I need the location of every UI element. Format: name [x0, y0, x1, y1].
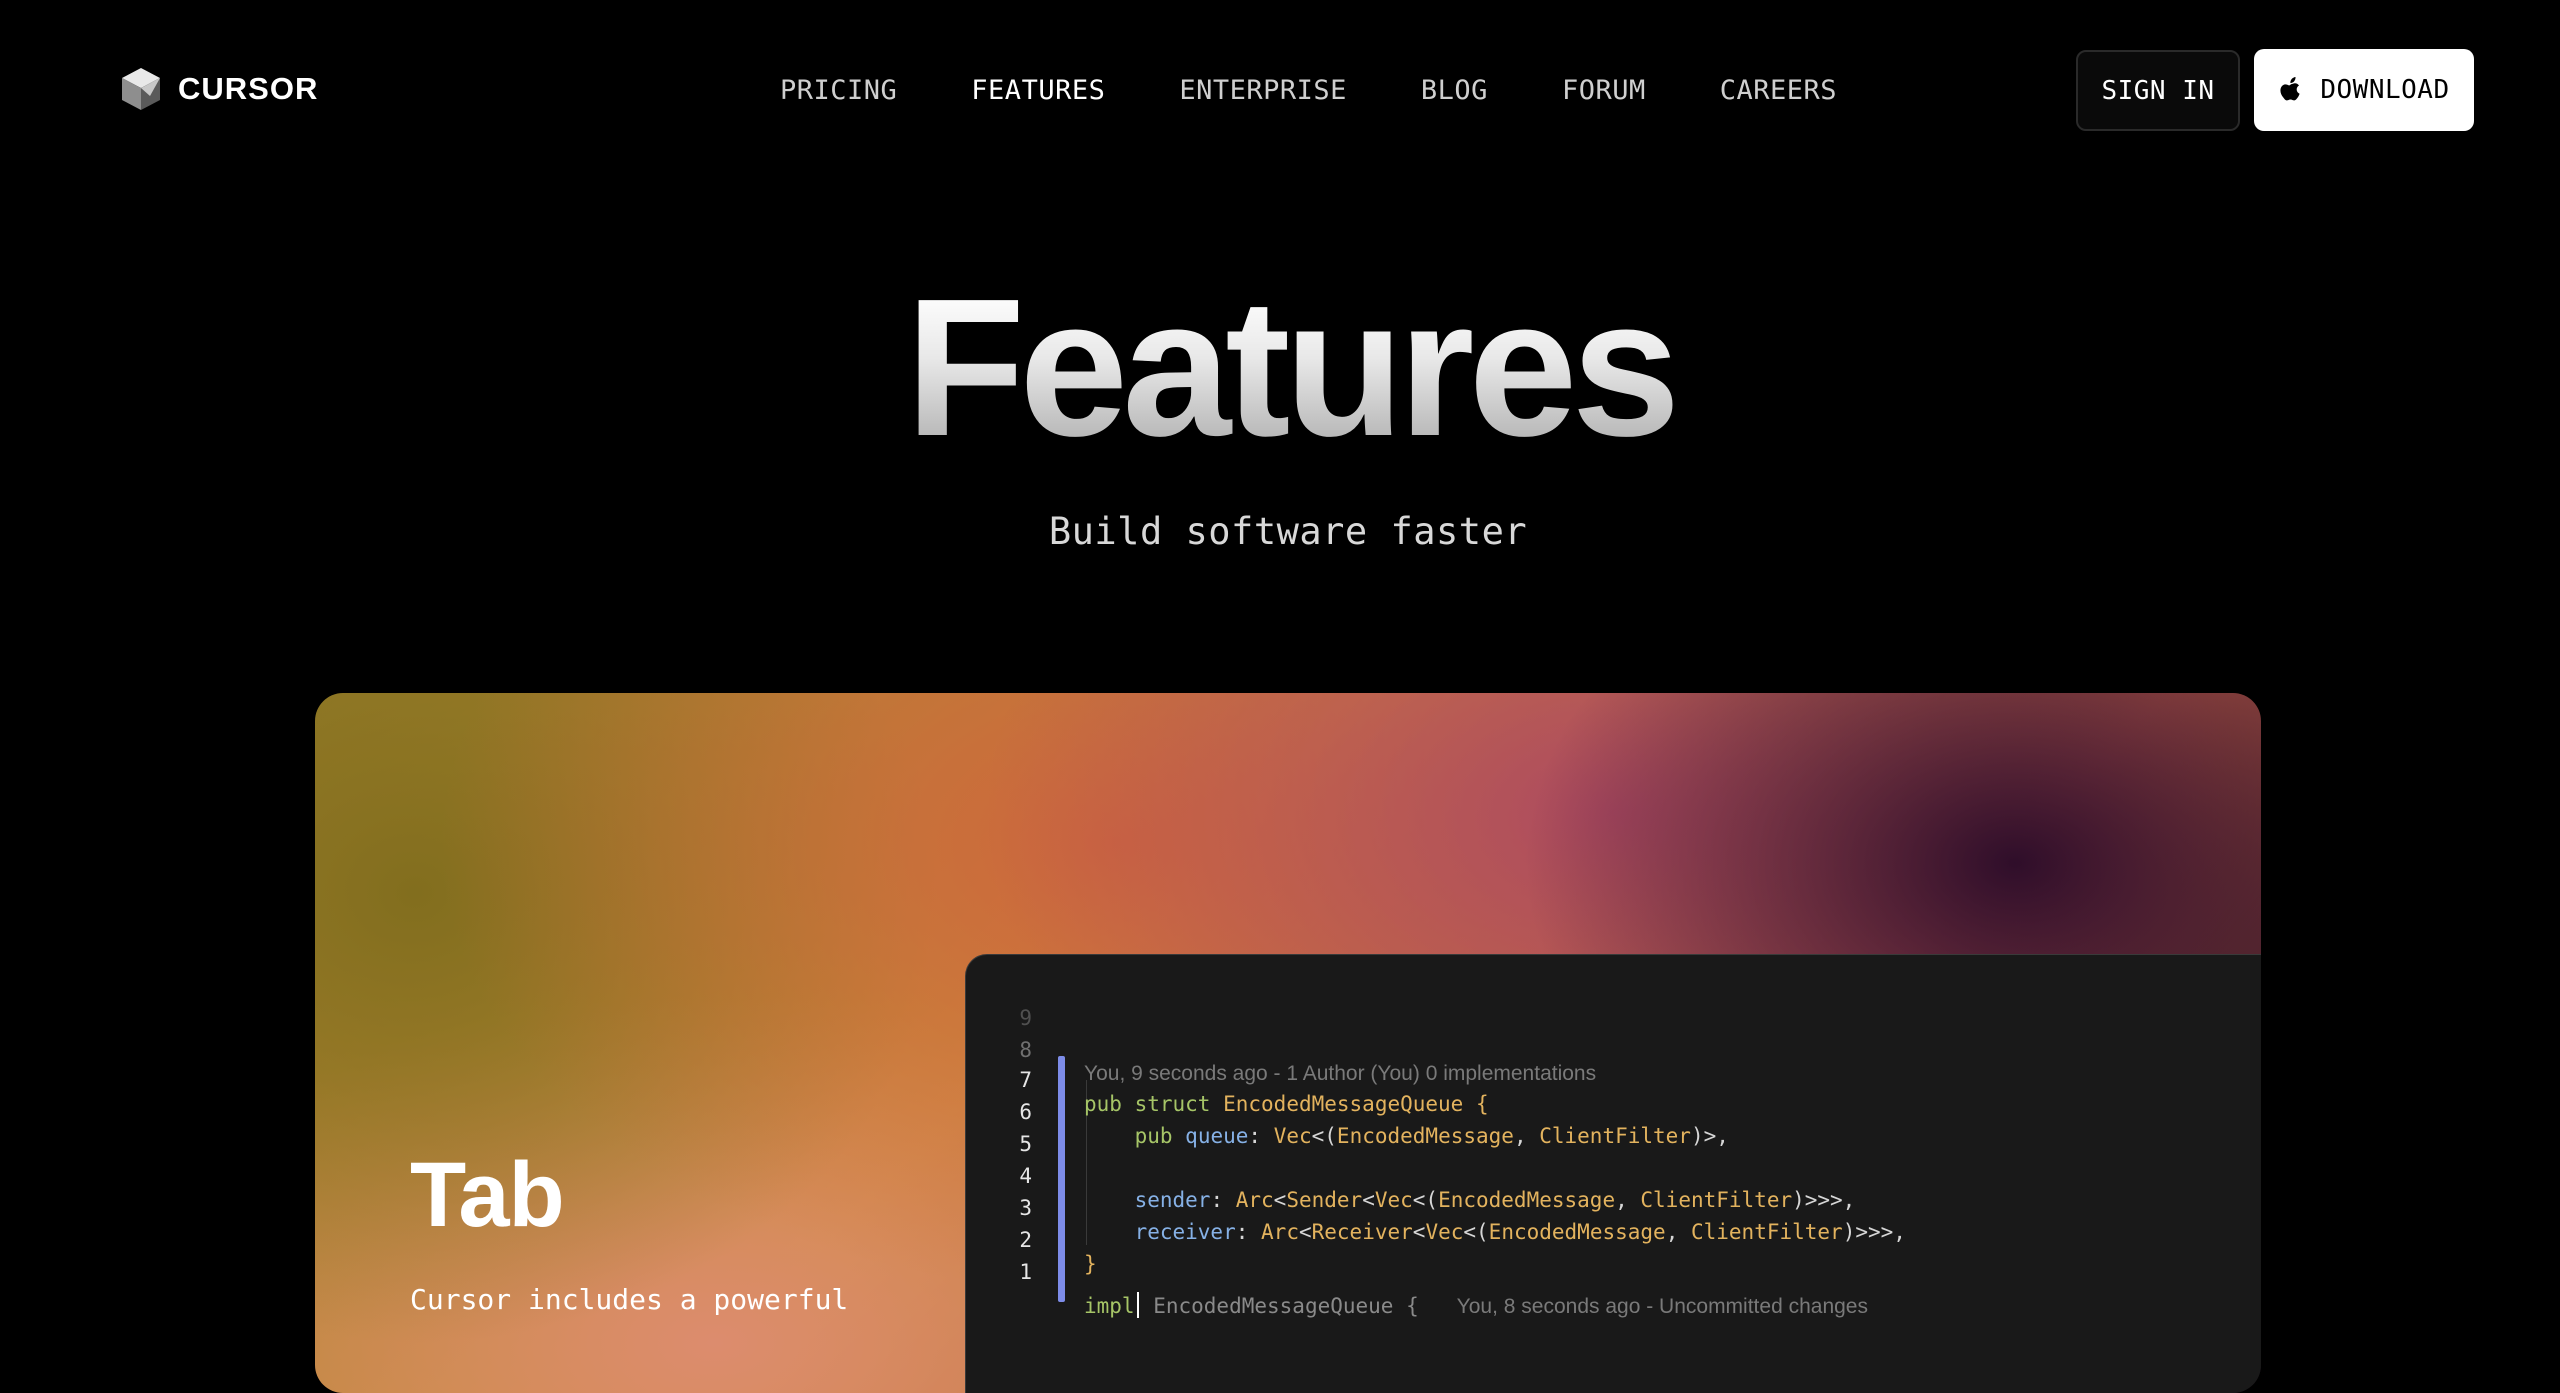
code-line: 7 pub struct EncodedMessageQueue {: [966, 1044, 2261, 1116]
code-line: 2 }: [966, 1204, 2261, 1276]
download-button[interactable]: DOWNLOAD: [2254, 49, 2474, 131]
code-line: 4 sender: Arc<Sender<Vec<(EncodedMessage…: [966, 1140, 2261, 1212]
logo-text: CURSOR: [178, 71, 319, 106]
top-navigation: CURSOR PRICING FEATURES ENTERPRISE BLOG …: [0, 0, 2560, 180]
feature-title: Tab: [410, 1144, 565, 1246]
nav-link-careers[interactable]: CAREERS: [1720, 75, 1837, 106]
page-title: Features: [0, 270, 2560, 466]
code-line-active[interactable]: impl EncodedMessageQueue { You, 8 second…: [966, 1268, 2261, 1318]
nav-link-pricing[interactable]: PRICING: [780, 75, 897, 106]
nav-links: PRICING FEATURES ENTERPRISE BLOG FORUM C…: [780, 70, 1911, 110]
page-subtitle: Build software faster: [1048, 510, 1528, 553]
feature-card-tab: Tab Cursor includes a powerful 9 8 You, …: [315, 693, 2261, 1393]
code-line: 8 You, 9 seconds ago - 1 Author (You) 0 …: [966, 1014, 2261, 1085]
code-line: 6 pub queue: Vec<(EncodedMessage, Client…: [966, 1076, 2261, 1148]
feature-description: Cursor includes a powerful: [410, 1283, 849, 1316]
nav-link-blog[interactable]: BLOG: [1421, 75, 1488, 106]
code-line: 3 receiver: Arc<Receiver<Vec<(EncodedMes…: [966, 1172, 2261, 1244]
git-blame-annotation: You, 8 seconds ago - Uncommitted changes: [1456, 1295, 1868, 1318]
cursor-logo[interactable]: CURSOR: [120, 64, 318, 114]
download-label: DOWNLOAD: [2320, 75, 2450, 105]
code-editor-preview: 9 8 You, 9 seconds ago - 1 Author (You) …: [965, 954, 2261, 1393]
code-line: 9: [966, 982, 2261, 1030]
sign-in-button[interactable]: SIGN IN: [2076, 50, 2240, 131]
code-text: impl EncodedMessageQueue { You, 8 second…: [1084, 1292, 1868, 1318]
code-line: 5: [966, 1108, 2261, 1156]
nav-link-features[interactable]: FEATURES: [971, 75, 1105, 106]
sign-in-label: SIGN IN: [2101, 75, 2215, 106]
text-cursor: [1136, 1292, 1139, 1318]
nav-link-enterprise[interactable]: ENTERPRISE: [1179, 75, 1347, 106]
nav-link-forum[interactable]: FORUM: [1562, 75, 1646, 106]
code-line: 1: [966, 1236, 2261, 1284]
apple-icon: [2280, 77, 2300, 101]
cursor-cube-logo-icon: [122, 68, 160, 110]
